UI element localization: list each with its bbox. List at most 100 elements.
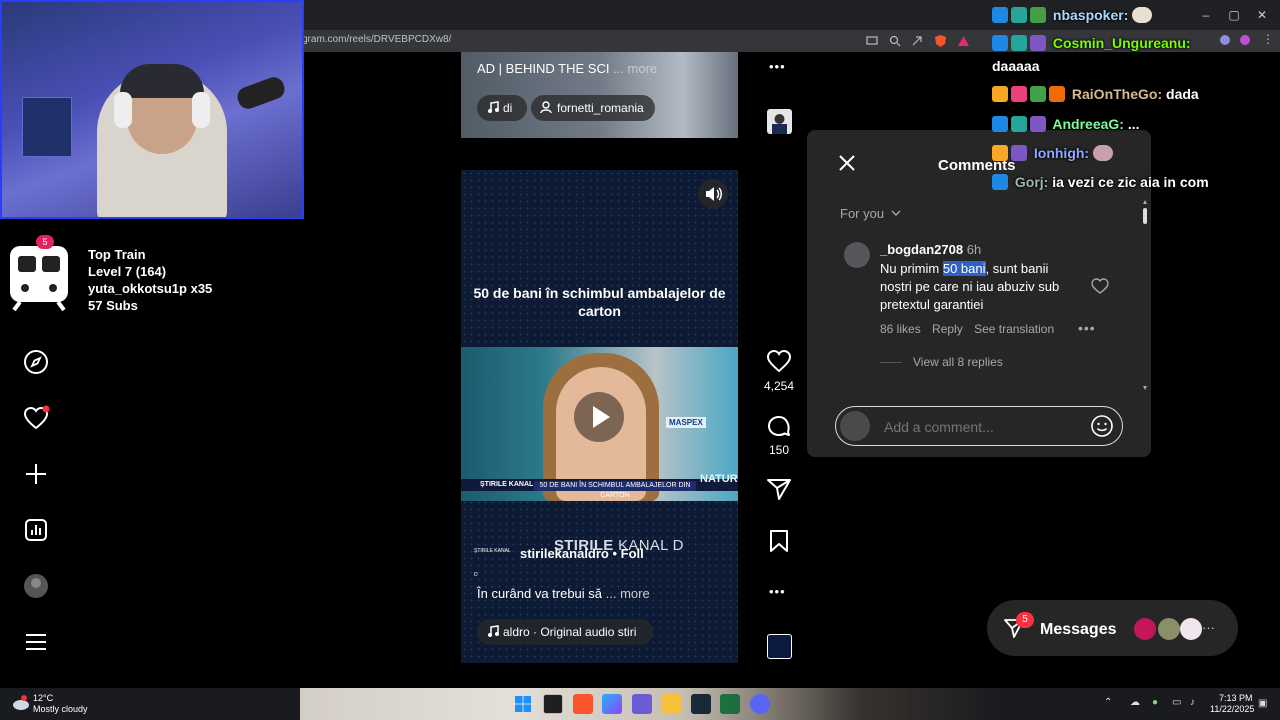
- top-train-info: Top Train Level 7 (164) yuta_okkotsu1p x…: [88, 246, 212, 314]
- badge-icon: [1011, 86, 1027, 102]
- like-heart-icon[interactable]: [766, 348, 792, 374]
- comment-options-button[interactable]: •••: [1078, 320, 1096, 336]
- close-window-button[interactable]: ✕: [1252, 6, 1272, 24]
- chat-username: Gorj:: [1014, 174, 1049, 190]
- audio-chip[interactable]: di: [477, 95, 527, 121]
- commenter-avatar[interactable]: [844, 242, 870, 268]
- badge-icon: [992, 35, 1008, 51]
- brave-shield-icon[interactable]: [934, 34, 947, 48]
- tray-network-icon[interactable]: ▭: [1172, 697, 1181, 708]
- extension-icon-2[interactable]: [1239, 34, 1251, 46]
- weather-temperature[interactable]: 12°C: [33, 693, 53, 703]
- save-bookmark-icon[interactable]: [766, 528, 792, 554]
- account-avatar[interactable]: ŞTIRILE KANAL D: [474, 539, 512, 578]
- explore-icon[interactable]: [22, 348, 50, 376]
- comment-text: Nu primim 50 bani, sunt banii noștri pe …: [880, 261, 1060, 312]
- original-audio-chip[interactable]: aldro · Original audio stiri: [477, 619, 653, 645]
- menu-hamburger-icon[interactable]: [22, 628, 50, 656]
- extension-icon[interactable]: [1219, 34, 1231, 46]
- close-icon[interactable]: [838, 154, 856, 172]
- reply-button[interactable]: Reply: [932, 322, 963, 336]
- more-link[interactable]: ... more: [606, 586, 650, 601]
- more-link[interactable]: ... more: [613, 61, 657, 76]
- comments-scrollbar[interactable]: [1143, 200, 1147, 390]
- create-icon[interactable]: [22, 460, 50, 488]
- dashboard-icon[interactable]: [22, 516, 50, 544]
- url-text[interactable]: gram.com/reels/DRVEBPCDXw8/: [302, 34, 451, 45]
- windows-start-icon[interactable]: [514, 695, 532, 713]
- comment-count: 150: [768, 443, 790, 457]
- badge-icon: [1030, 35, 1046, 51]
- sort-dropdown[interactable]: For you: [840, 206, 901, 221]
- chevron-down-icon: [891, 210, 901, 216]
- chat-username: AndreeaG:: [1052, 116, 1124, 132]
- speaker-icon: [706, 187, 722, 201]
- crown-badge-icon: [992, 145, 1008, 161]
- chat-line: nbaspoker:: [992, 7, 1155, 23]
- more-options-button[interactable]: •••: [769, 584, 786, 599]
- play-button[interactable]: [574, 392, 624, 442]
- chat-message: ia vezi ce zic aia in com: [1052, 174, 1209, 190]
- emoji-icon[interactable]: [1090, 414, 1114, 438]
- more-options-button[interactable]: •••: [769, 59, 786, 74]
- gift-badge-icon: [1030, 86, 1046, 102]
- app-icon[interactable]: [632, 694, 652, 714]
- see-translation-button[interactable]: See translation: [974, 322, 1054, 336]
- tray-volume-icon[interactable]: ♪: [1190, 697, 1195, 708]
- natur-sign: NATUR: [700, 473, 738, 485]
- account-name[interactable]: stirilekanaldro • Foll: [520, 546, 644, 561]
- audio-thumbnail[interactable]: [767, 634, 792, 659]
- comment-likes[interactable]: 86 likes: [880, 322, 921, 336]
- view-replies-button[interactable]: View all 8 replies: [913, 355, 1003, 369]
- clock-date[interactable]: 11/22/2025: [1210, 704, 1254, 714]
- excel-icon[interactable]: [720, 694, 740, 714]
- badge-icon: [992, 174, 1008, 190]
- minimize-button[interactable]: –: [1196, 6, 1216, 24]
- clock-time[interactable]: 7:13 PM: [1219, 693, 1253, 703]
- comment-icon[interactable]: [766, 413, 792, 439]
- previous-reel-caption: AD | BEHIND THE SCI ... more: [477, 61, 658, 76]
- restore-button[interactable]: ▢: [1224, 6, 1244, 24]
- weather-cloud-icon[interactable]: [12, 694, 30, 712]
- share-icon[interactable]: [911, 35, 923, 47]
- scrollbar-thumb[interactable]: [1143, 208, 1147, 224]
- tray-chevron-icon[interactable]: ⌃: [1104, 697, 1112, 708]
- chat-username: Ionhigh:: [1033, 145, 1090, 161]
- replies-divider: [880, 362, 902, 363]
- crown-badge-icon: [992, 86, 1008, 102]
- notifications-icon[interactable]: [22, 404, 50, 432]
- share-send-icon[interactable]: [766, 476, 792, 502]
- conversation-avatar: [1134, 618, 1156, 640]
- comment-meta: 86 likes Reply See translation: [880, 322, 1062, 336]
- cast-icon[interactable]: [866, 35, 878, 47]
- badge-icon: [992, 116, 1008, 132]
- brave-browser-icon[interactable]: [573, 694, 593, 714]
- steam-icon[interactable]: [691, 694, 711, 714]
- tray-mic-icon[interactable]: ●: [1152, 697, 1158, 708]
- add-comment-input[interactable]: [884, 419, 1074, 435]
- badge-icon: [1011, 116, 1027, 132]
- discord-icon[interactable]: [750, 694, 770, 714]
- weather-condition[interactable]: Mostly cloudy: [33, 704, 88, 714]
- file-explorer-icon[interactable]: [661, 694, 681, 714]
- person-thumbnail-icon: [772, 114, 787, 134]
- comment-like-icon[interactable]: [1091, 278, 1109, 294]
- tray-cloud-icon[interactable]: ☁: [1130, 697, 1140, 708]
- zoom-icon[interactable]: [889, 35, 901, 47]
- user-tag-icon: [540, 101, 552, 114]
- brave-rewards-icon[interactable]: [957, 35, 970, 47]
- maspex-logo: MASPEX: [666, 417, 706, 428]
- chat-message: ...: [1127, 116, 1140, 132]
- task-view-icon[interactable]: [543, 694, 563, 714]
- top-train-user: yuta_okkotsu1p x35: [88, 281, 213, 296]
- profile-avatar[interactable]: [22, 572, 50, 600]
- sound-toggle-button[interactable]: [698, 179, 728, 209]
- badge-icon: [1049, 86, 1065, 102]
- copilot-icon[interactable]: [602, 694, 622, 714]
- badge-icon: [1011, 35, 1027, 51]
- notification-center-icon[interactable]: ▣: [1258, 698, 1267, 709]
- comment-username[interactable]: _bogdan2708: [880, 242, 963, 257]
- more-conversations-icon: ···: [1202, 620, 1215, 635]
- previous-reel-avatar[interactable]: [767, 109, 792, 134]
- menu-icon[interactable]: ⋮: [1262, 32, 1274, 46]
